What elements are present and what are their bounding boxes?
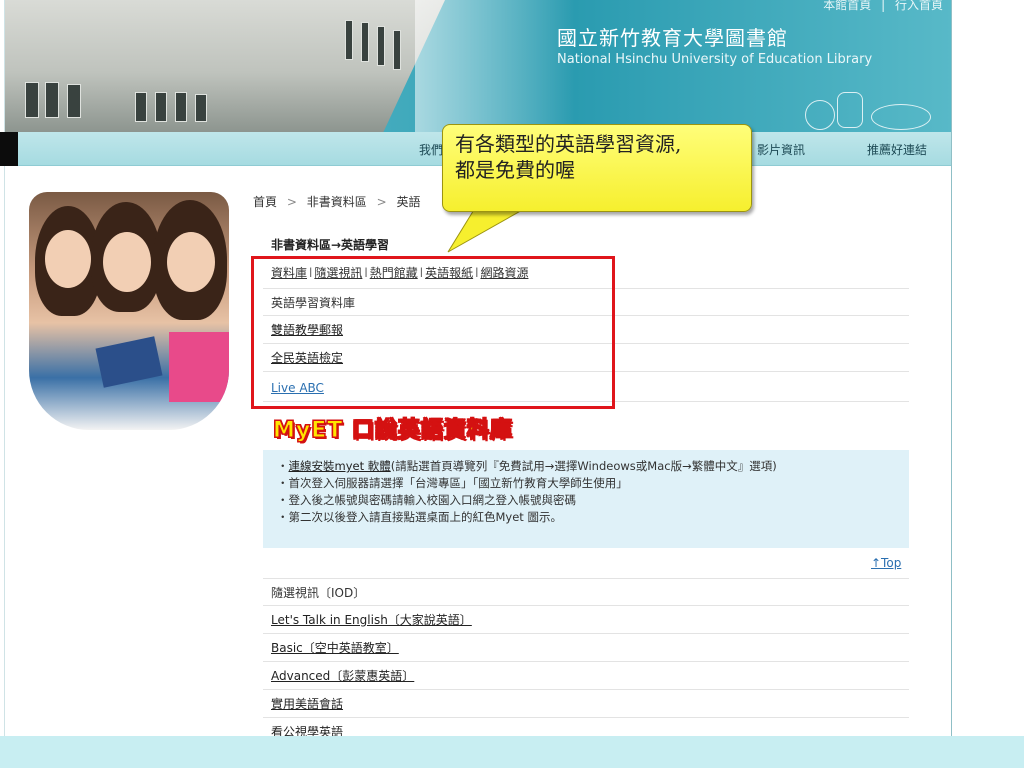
breadcrumb: 首頁 > 非書資料區 > 英語: [253, 193, 420, 210]
instruction-line: ・第二次以後登入請直接點選桌面上的紅色Myet 圖示。: [277, 510, 562, 524]
decorative-cloud-icon: [871, 104, 931, 130]
building-window: [175, 92, 187, 122]
back-to-top-link[interactable]: ↑Top: [871, 556, 901, 570]
building-window: [377, 26, 385, 66]
instruction-line: ・登入後之帳號與密碼請輸入校園入口網之登入帳號與密碼: [277, 493, 577, 507]
section-title: 非書資料區→英語學習: [271, 238, 390, 252]
highlight-box: [251, 256, 615, 409]
site-subtitle: National Hsinchu University of Education…: [557, 52, 873, 67]
callout-bubble: 有各類型的英語學習資源, 都是免費的喔: [442, 124, 752, 212]
students-photo: [29, 192, 229, 430]
bottom-band: [0, 736, 1024, 768]
nav-item-video-info[interactable]: 影片資訊: [757, 141, 805, 158]
callout-text: 有各類型的英語學習資源, 都是免費的喔: [455, 131, 739, 183]
photo-face: [167, 232, 215, 292]
iod-item-practical[interactable]: 實用美語會話: [263, 690, 909, 718]
library-page: 本館首頁 | 行入首頁 國立新竹教育大學圖書館 National Hsinchu…: [4, 0, 952, 768]
nav-item-recommended-links[interactable]: 推薦好連結: [867, 141, 927, 158]
instruction-text: 登入後之帳號與密碼請輸入校園入口網之登入帳號與密碼: [288, 493, 577, 507]
myet-instructions: ・連線安裝myet 軟體(請點選首頁導覽列『免費試用→選擇Windeows或Ma…: [263, 450, 909, 548]
nav-item-about[interactable]: 我們: [419, 141, 443, 158]
breadcrumb-non-book[interactable]: 非書資料區: [307, 195, 367, 209]
decorative-bubble-icon: [805, 100, 835, 130]
instruction-line: ・首次登入伺服器請選擇「台灣專區」「國立新竹教育大學師生使用」: [277, 476, 628, 490]
myet-banner[interactable]: MyET 口說英語資料庫: [273, 412, 513, 444]
left-edge-shadow: [0, 132, 18, 166]
callout-line: 有各類型的英語學習資源,: [455, 132, 682, 156]
building-window: [393, 30, 401, 70]
iod-item-lets-talk[interactable]: Let's Talk in English〔大家說英語〕: [263, 606, 909, 634]
building-window: [25, 82, 39, 118]
instruction-text: (請點選首頁導覽列『免費試用→選擇Windeows或Mac版→繁體中文』選項): [390, 459, 777, 473]
top-link-divider: |: [881, 0, 886, 12]
instruction-text: 首次登入伺服器請選擇「台灣專區」「國立新竹教育大學師生使用」: [288, 476, 628, 490]
building-window: [361, 22, 369, 62]
site-banner: 本館首頁 | 行入首頁 國立新竹教育大學圖書館 National Hsinchu…: [5, 0, 951, 132]
top-link-entry[interactable]: 行入首頁: [895, 0, 943, 12]
breadcrumb-separator: >: [376, 195, 387, 209]
photo-face: [45, 230, 91, 288]
building-window: [45, 82, 59, 118]
building-window: [155, 92, 167, 122]
breadcrumb-separator: >: [286, 195, 297, 209]
callout-line: 都是免費的喔: [455, 158, 575, 182]
top-links: 本館首頁 | 行入首頁: [817, 0, 943, 13]
myet-install-link[interactable]: 連線安裝myet 軟體: [289, 459, 391, 473]
top-link-home[interactable]: 本館首頁: [823, 0, 871, 12]
instruction-line: ・連線安裝myet 軟體(請點選首頁導覽列『免費試用→選擇Windeows或Ma…: [277, 459, 777, 473]
building-window: [135, 92, 147, 122]
instruction-text: 第二次以後登入請直接點選桌面上的紅色Myet 圖示。: [288, 510, 562, 524]
site-title: 國立新竹教育大學圖書館: [557, 26, 788, 50]
screenshot-frame: 本館首頁 | 行入首頁 國立新竹教育大學圖書館 National Hsinchu…: [0, 0, 1024, 768]
banner-glow: [415, 0, 575, 132]
building-window: [67, 84, 81, 118]
photo-face: [103, 232, 151, 292]
breadcrumb-home[interactable]: 首頁: [253, 195, 277, 209]
library-building-photo: [5, 0, 445, 132]
building-window: [345, 20, 353, 60]
photo-shirt: [169, 332, 229, 402]
building-window: [195, 94, 207, 122]
decorative-bubble-icon: [837, 92, 863, 128]
breadcrumb-english: 英語: [396, 195, 421, 209]
iod-item-basic[interactable]: Basic〔空中英語教室〕: [263, 634, 909, 662]
iod-list-header: 隨選視訊〔IOD〕: [263, 578, 909, 606]
photo-books: [95, 336, 163, 388]
iod-item-advanced[interactable]: Advanced〔彭蒙惠英語〕: [263, 662, 909, 690]
